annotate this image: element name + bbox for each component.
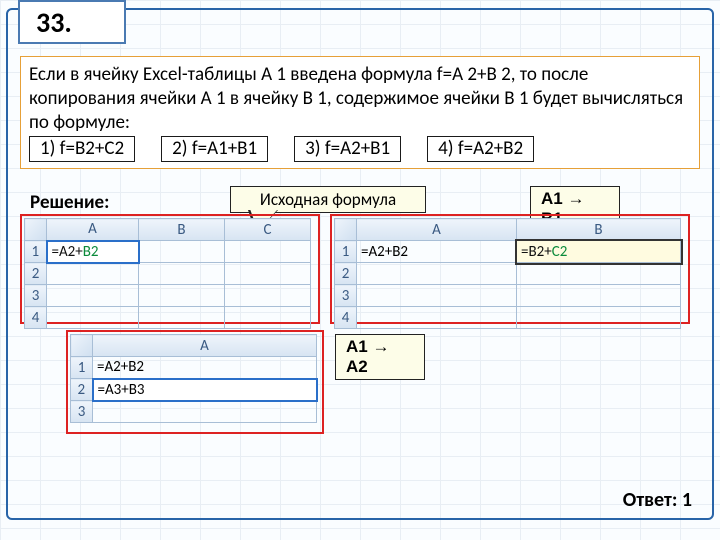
excel-table-2: AB 1=A2+B2=B2+C2 2 3 4 <box>334 218 681 329</box>
option-2: 2) f=A1+B1 <box>161 136 268 162</box>
callout-a1-a2: A1 → A2 <box>335 334 425 380</box>
t2-b1: =B2+C2 <box>517 241 681 263</box>
question-box: Если в ячейку Excel-таблицы А 1 введена … <box>20 56 700 169</box>
t2-a1: =A2+B2 <box>357 241 517 263</box>
answer-label: Ответ: 1 <box>623 488 692 512</box>
question-text: Если в ячейку Excel-таблицы А 1 введена … <box>29 63 691 134</box>
t3-a2: =A3+B3 <box>93 379 317 401</box>
excel-table-1: ABC 1=A2+B2 2 3 4 <box>24 218 311 329</box>
option-3: 3) f=A2+B1 <box>294 136 401 162</box>
t3-a1: =A2+B2 <box>93 357 317 379</box>
question-number: 33. <box>18 0 126 44</box>
option-4: 4) f=A2+B2 <box>427 136 534 162</box>
option-1: 1) f=B2+C2 <box>29 136 135 162</box>
options-row: 1) f=B2+C2 2) f=A1+B1 3) f=A2+B1 4) f=A2… <box>29 136 691 162</box>
t1-a1: =A2+B2 <box>47 241 139 263</box>
solution-label: Решение: <box>30 191 109 214</box>
excel-table-3: A 1=A2+B2 2=A3+B3 3 <box>70 334 318 423</box>
